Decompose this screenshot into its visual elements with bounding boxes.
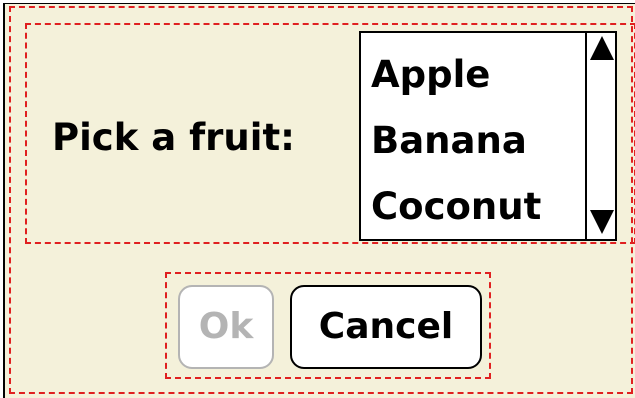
scroll-down-icon[interactable]: [587, 207, 617, 237]
scroll-up-icon[interactable]: [587, 33, 617, 63]
cancel-button[interactable]: Cancel: [290, 285, 482, 369]
list-item-coconut[interactable]: Coconut: [371, 179, 541, 235]
list-item-banana[interactable]: Banana: [371, 113, 527, 169]
ok-button[interactable]: Ok: [178, 285, 274, 369]
prompt-label: Pick a fruit:: [52, 116, 295, 159]
listbox-scrollbar[interactable]: [585, 31, 617, 241]
list-item-apple[interactable]: Apple: [371, 47, 490, 103]
fruit-listbox[interactable]: Apple Banana Coconut: [359, 31, 617, 241]
